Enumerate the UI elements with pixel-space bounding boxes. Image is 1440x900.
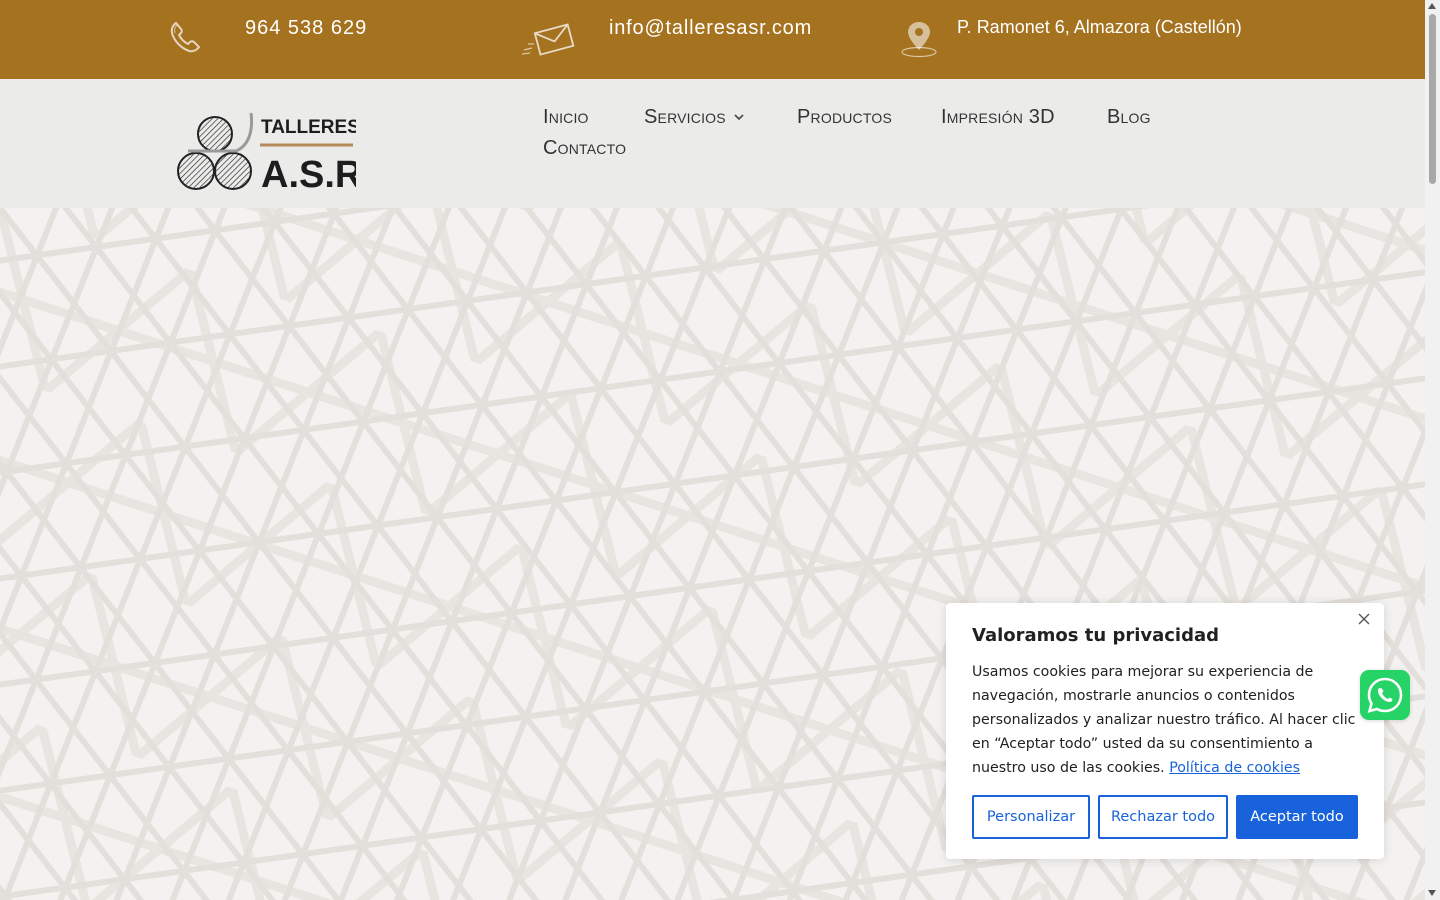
- close-icon[interactable]: [1356, 611, 1372, 627]
- scrollbar-thumb[interactable]: [1429, 14, 1436, 184]
- accept-all-button[interactable]: Aceptar todo: [1236, 795, 1358, 839]
- nav-item-impresion-3d[interactable]: Impresión 3D: [941, 106, 1055, 129]
- reject-all-button[interactable]: Rechazar todo: [1098, 795, 1228, 839]
- phone-number[interactable]: 964 538 629: [245, 17, 367, 40]
- site-logo[interactable]: TALLERES A.S.R.: [176, 109, 356, 193]
- nav-item-inicio[interactable]: Inicio: [543, 106, 589, 129]
- envelope-icon: [521, 23, 575, 56]
- site-header: TALLERES A.S.R. Inicio Servicios Product…: [0, 79, 1425, 208]
- top-contact-bar: 964 538 629 info@talleresasr.com P. Ramo…: [0, 0, 1425, 79]
- chevron-down-icon: [734, 114, 744, 121]
- cookie-description: Usamos cookies para mejorar su experienc…: [972, 660, 1364, 780]
- email-address[interactable]: info@talleresasr.com: [609, 17, 812, 40]
- nav-item-blog[interactable]: Blog: [1107, 106, 1151, 129]
- street-address: P. Ramonet 6, Almazora (Castellón): [957, 17, 1242, 37]
- cookie-consent-dialog: Valoramos tu privacidad Usamos cookies p…: [946, 603, 1384, 859]
- nav-item-contacto[interactable]: Contacto: [543, 137, 626, 160]
- logo-line1: TALLERES: [261, 117, 356, 138]
- scroll-down-arrow-icon[interactable]: [1428, 890, 1436, 896]
- scroll-up-arrow-icon[interactable]: [1428, 3, 1436, 9]
- nav-item-productos[interactable]: Productos: [797, 106, 892, 129]
- cookie-title: Valoramos tu privacidad: [972, 625, 1220, 646]
- whatsapp-icon: [1367, 677, 1403, 713]
- phone-icon: [170, 21, 201, 53]
- customize-button[interactable]: Personalizar: [972, 795, 1090, 839]
- nav-item-servicios[interactable]: Servicios: [644, 106, 744, 129]
- cookie-policy-link[interactable]: Política de cookies: [1169, 760, 1300, 776]
- map-pin-icon: [901, 22, 937, 58]
- logo-line2: A.S.R.: [261, 154, 356, 193]
- vertical-scrollbar[interactable]: [1425, 0, 1440, 900]
- whatsapp-button[interactable]: [1360, 670, 1410, 720]
- nav-item-servicios-label: Servicios: [644, 106, 726, 128]
